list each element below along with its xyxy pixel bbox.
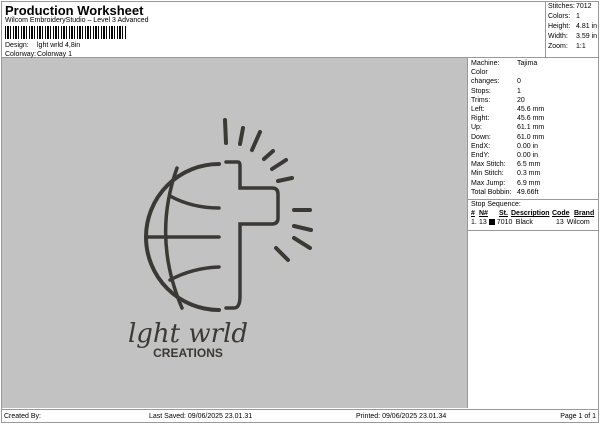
stop-sequence-title: Stop Sequence: xyxy=(468,199,599,209)
color-swatch xyxy=(488,219,495,226)
stat-row: Stitches:7012 xyxy=(548,2,599,12)
info-label: Machine: xyxy=(471,60,500,67)
barcode xyxy=(5,26,127,39)
info-value: 61.1 mm xyxy=(517,124,545,132)
info-row: Machine: Tajima xyxy=(471,59,599,68)
stats-box: Stitches:7012 Colors: 1 Height: 4.81 in Wi… xyxy=(545,1,599,58)
info-row: Total Bobbin: 49.66ft xyxy=(471,188,599,197)
info-value: 0.00 in xyxy=(517,142,539,150)
colorway-label: Colorway: xyxy=(5,51,37,58)
info-row: Color changes: 0 xyxy=(471,68,599,86)
page-number: Page 1 of 1 xyxy=(560,413,596,420)
info-row: Left: 45.6 mm xyxy=(471,105,599,114)
cross-half xyxy=(224,160,280,310)
info-label: Down: xyxy=(471,133,491,141)
info-value: 6.5 mm xyxy=(517,161,541,169)
stat-value: 4.81 in xyxy=(576,23,598,30)
stat-value: 1 xyxy=(576,13,580,20)
printed-date: Printed: 09/06/2025 23.01.34 xyxy=(356,413,447,420)
stat-row: Colors: 1 xyxy=(548,12,599,22)
info-row: EndX: 0.00 in xyxy=(471,142,599,151)
globe-latitude-bottom xyxy=(168,265,221,282)
col-brand: Brand xyxy=(574,210,595,218)
info-value: 6.9 mm xyxy=(517,179,541,187)
colorway-value: Colorway 1 xyxy=(37,51,73,58)
stat-value: 7012 xyxy=(576,3,592,10)
globe-latitude-top xyxy=(168,194,221,210)
stat-label: Colors: xyxy=(548,13,571,20)
cell-num: 1. xyxy=(471,219,477,227)
info-label: Total Bobbin: xyxy=(471,188,512,196)
info-row: Max Jump: 6.9 mm xyxy=(471,179,599,188)
cell-st: 7010 xyxy=(496,219,513,227)
info-label: Max Jump: xyxy=(471,179,506,187)
cell-brand: Wilcom xyxy=(566,219,590,227)
embroidery-design: lght wrld CREATIONS xyxy=(128,118,313,360)
info-row: Down: 61.0 mm xyxy=(471,133,599,142)
col-n: N# xyxy=(479,210,488,218)
stat-value: 3.59 in xyxy=(576,33,598,40)
info-label: Stops: xyxy=(471,87,491,95)
info-label: Up: xyxy=(471,124,482,132)
design-name: Design: lght wrld 4,8in xyxy=(5,42,80,49)
cell-description: Black xyxy=(515,219,533,227)
design-block-text: CREATIONS xyxy=(153,346,223,360)
info-value: 0.3 mm xyxy=(517,170,541,178)
info-label: EndY: xyxy=(471,152,490,160)
stat-row: Zoom: 1:1 xyxy=(548,42,599,52)
info-row: Up: 61.1 mm xyxy=(471,123,599,132)
stat-row: Height: 4.81 in xyxy=(548,22,599,32)
info-value: 61.0 mm xyxy=(517,133,545,141)
info-value: 0 xyxy=(517,78,521,86)
design-preview: lght wrld CREATIONS xyxy=(2,58,468,408)
design-script-text: lght wrld xyxy=(128,319,248,349)
info-row: Max Stitch: 6.5 mm xyxy=(471,160,599,169)
footer: Created By: Last Saved: 09/06/2025 23.01… xyxy=(1,409,599,422)
header: Production Worksheet Wilcom EmbroiderySt… xyxy=(1,1,545,58)
info-value: 45.6 mm xyxy=(517,115,545,123)
info-value: 49.66ft xyxy=(517,188,539,196)
info-label: Min Stitch: xyxy=(471,170,504,178)
created-by: Created By: xyxy=(4,413,41,420)
stop-sequence-header: # N# St. Description Code Brand xyxy=(471,209,599,218)
last-saved: Last Saved: 09/06/2025 23.01.31 xyxy=(149,413,253,420)
info-value: 45.6 mm xyxy=(517,106,545,114)
info-label: EndX: xyxy=(471,142,491,150)
design-value: lght wrld 4,8in xyxy=(37,42,81,49)
stat-row: Width: 3.59 in xyxy=(548,32,599,42)
col-code: Code xyxy=(552,210,570,218)
machine-info-panel: Machine: Tajima Color changes: 0 Stops: 1 T… xyxy=(468,58,599,408)
cell-code: 13 xyxy=(556,219,564,227)
stat-label: Stitches: xyxy=(548,3,575,10)
info-label: Color changes: xyxy=(471,69,500,86)
info-row: Min Stitch: 0.3 mm xyxy=(471,169,599,178)
colorway: Colorway:Colorway 1 xyxy=(5,51,72,58)
table-row: 1. 13 7010 Black 13 Wilcom xyxy=(468,218,599,231)
stat-label: Height: xyxy=(548,23,571,30)
software-name: Wilcom EmbroideryStudio – Level 3 Advanc… xyxy=(5,17,149,24)
light-rays xyxy=(223,118,313,262)
cell-n: 13 xyxy=(479,219,487,227)
col-st: St. xyxy=(499,210,508,218)
info-label: Left: xyxy=(471,106,485,114)
stat-value: 1:1 xyxy=(576,43,586,50)
col-description: Description xyxy=(511,210,550,218)
info-value: 1 xyxy=(517,87,521,95)
info-value: 20 xyxy=(517,96,525,104)
info-label: Trims: xyxy=(471,96,491,104)
stat-label: Zoom: xyxy=(548,43,568,50)
page-title: Production Worksheet xyxy=(5,3,144,18)
info-row: Stops: 1 xyxy=(471,87,599,96)
info-row: EndY: 0.00 in xyxy=(471,151,599,160)
info-label: Right: xyxy=(471,115,490,123)
stat-label: Width: xyxy=(548,33,568,40)
col-num: # xyxy=(471,210,475,218)
info-value: Tajima xyxy=(517,60,538,67)
info-label: Max Stitch: xyxy=(471,161,506,169)
info-row: Right: 45.6 mm xyxy=(471,114,599,123)
design-label: Design: xyxy=(5,42,29,49)
info-value: 0.00 in xyxy=(517,152,539,160)
info-row: Trims: 20 xyxy=(471,96,599,105)
